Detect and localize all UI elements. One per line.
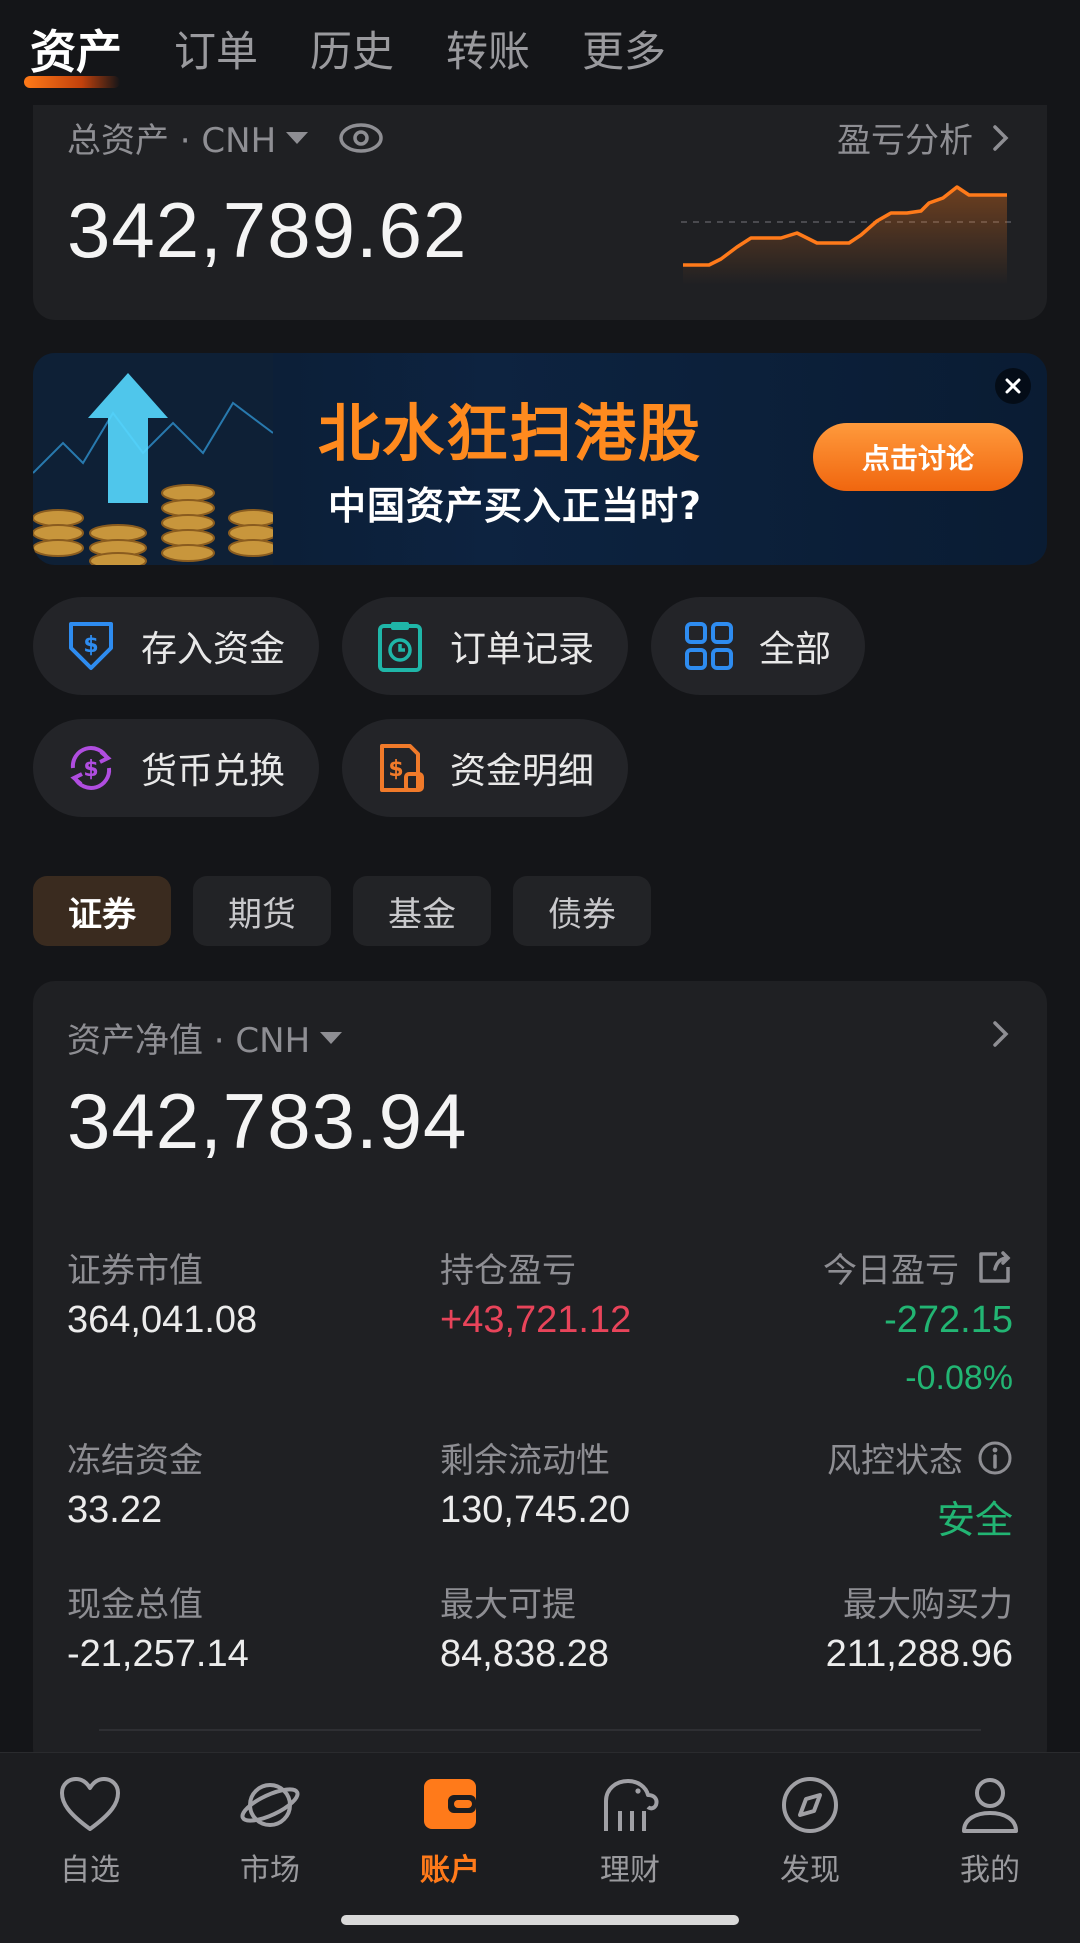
fund-detail-button[interactable]: $ 资金明细 xyxy=(342,719,628,817)
svg-text:$: $ xyxy=(388,757,403,782)
today-pnl-value: -272.15 xyxy=(884,1299,1013,1341)
deposit-label: 存入资金 xyxy=(141,629,286,670)
segment-futures[interactable]: 期货 xyxy=(193,876,331,946)
total-assets-card: 总资产 · CNH 盈亏分析 342,789.62 xyxy=(33,105,1047,320)
segment-securities[interactable]: 证券 xyxy=(33,876,171,946)
currency-exchange-label: 货币兑换 xyxy=(141,751,286,792)
home-indicator xyxy=(341,1915,739,1925)
deposit-icon: $ xyxy=(69,622,113,670)
compass-icon xyxy=(782,1777,838,1833)
share-icon xyxy=(979,1250,1011,1283)
nav-watchlist[interactable]: 自选 xyxy=(20,1775,160,1889)
tab-transfer[interactable]: 转账 xyxy=(446,18,530,79)
top-tab-bar: 资产 订单 历史 转账 更多 xyxy=(0,0,1080,105)
order-record-icon xyxy=(378,622,422,672)
currency-dropdown-icon[interactable] xyxy=(320,1031,343,1044)
order-record-label: 订单记录 xyxy=(450,629,595,670)
piggy-bank-icon xyxy=(604,1779,659,1831)
today-pnl-label: 今日盈亏 xyxy=(823,1251,959,1291)
max-buying-power-label: 最大购买力 xyxy=(843,1585,1013,1625)
nav-discover[interactable]: 发现 xyxy=(740,1775,880,1889)
planet-icon xyxy=(240,1783,300,1827)
chevron-right-icon xyxy=(993,124,1009,151)
currency-exchange-button[interactable]: $ 货币兑换 xyxy=(33,719,319,817)
nav-discover-label: 发现 xyxy=(780,1853,840,1888)
nav-market-label: 市场 xyxy=(240,1853,300,1888)
tab-history[interactable]: 历史 xyxy=(310,18,394,79)
tab-orders[interactable]: 订单 xyxy=(174,18,258,79)
cash-total-value: -21,257.14 xyxy=(67,1633,249,1675)
net-assets-label: 资产净值 · CNH xyxy=(67,1021,311,1061)
max-withdraw-label: 最大可提 xyxy=(440,1585,576,1625)
max-buying-power-value: 211,288.96 xyxy=(825,1633,1013,1675)
cash-total-label: 现金总值 xyxy=(67,1585,203,1625)
nav-profile-label: 我的 xyxy=(960,1853,1020,1888)
banner-cta-button[interactable]: 点击讨论 xyxy=(813,423,1023,491)
frozen-funds-value: 33.22 xyxy=(67,1489,163,1531)
segment-funds[interactable]: 基金 xyxy=(353,876,491,946)
nav-wealth-label: 理财 xyxy=(600,1853,660,1888)
all-features-label: 全部 xyxy=(759,629,832,670)
max-withdraw-value: 84,838.28 xyxy=(440,1633,610,1675)
banner-illustration xyxy=(33,353,273,565)
segment-bonds[interactable]: 债券 xyxy=(513,876,651,946)
nav-wealth[interactable]: 理财 xyxy=(560,1775,700,1889)
nav-account-label: 账户 xyxy=(420,1853,480,1888)
remaining-liquidity-value: 130,745.20 xyxy=(440,1489,631,1531)
nav-profile[interactable]: 我的 xyxy=(920,1775,1060,1889)
market-value: 364,041.08 xyxy=(67,1299,258,1341)
nav-account[interactable]: 账户 xyxy=(380,1775,520,1889)
frozen-funds-label: 冻结资金 xyxy=(67,1441,203,1481)
today-pnl-percent: -0.08% xyxy=(905,1359,1013,1397)
tab-assets[interactable]: 资产 xyxy=(24,16,122,88)
currency-exchange-icon: $ xyxy=(70,746,112,790)
info-icon xyxy=(978,1441,1012,1474)
svg-text:$: $ xyxy=(83,633,98,658)
banner-subline: 中国资产买入正当时? xyxy=(328,484,703,528)
pnl-analysis-link[interactable]: 盈亏分析 xyxy=(837,113,1013,162)
tab-more[interactable]: 更多 xyxy=(582,18,666,79)
close-icon xyxy=(1005,378,1021,394)
fund-detail-icon: $ xyxy=(380,744,424,792)
risk-status-value: 安全 xyxy=(936,1498,1013,1542)
risk-status-header[interactable]: 风控状态 xyxy=(827,1433,1013,1482)
heart-icon xyxy=(60,1777,120,1831)
total-assets-value: 342,789.62 xyxy=(67,186,468,274)
net-assets-value: 342,783.94 xyxy=(67,1077,468,1165)
pnl-analysis-label: 盈亏分析 xyxy=(837,121,973,161)
fund-detail-label: 资金明细 xyxy=(450,751,595,792)
position-pnl-value: +43,721.12 xyxy=(440,1299,632,1341)
order-record-button[interactable]: 订单记录 xyxy=(342,597,628,695)
all-features-button[interactable]: 全部 xyxy=(651,597,865,695)
deposit-button[interactable]: $ 存入资金 xyxy=(33,597,319,695)
banner-headline: 北水狂扫港股 xyxy=(318,397,703,470)
market-value-label: 证券市值 xyxy=(67,1251,203,1291)
nav-market[interactable]: 市场 xyxy=(200,1775,340,1889)
wallet-icon xyxy=(424,1779,476,1829)
currency-dropdown-icon[interactable] xyxy=(286,131,309,144)
remaining-liquidity-label: 剩余流动性 xyxy=(440,1441,610,1481)
eye-icon[interactable] xyxy=(338,121,384,155)
divider xyxy=(99,1729,981,1731)
position-pnl-label: 持仓盈亏 xyxy=(440,1251,576,1291)
nav-watchlist-label: 自选 xyxy=(60,1853,120,1888)
assets-trend-sparkline xyxy=(681,185,1011,285)
today-pnl-header[interactable]: 今日盈亏 xyxy=(823,1243,1013,1292)
all-grid-icon xyxy=(685,622,733,670)
banner-close-button[interactable] xyxy=(995,368,1031,404)
chevron-right-icon[interactable] xyxy=(989,1017,1013,1051)
total-assets-header: 总资产 · CNH xyxy=(67,113,384,162)
svg-text:$: $ xyxy=(83,757,98,782)
net-assets-header: 资产净值 · CNH xyxy=(67,1013,343,1062)
total-assets-label: 总资产 · CNH xyxy=(67,121,277,161)
user-icon xyxy=(962,1778,1018,1833)
promo-banner[interactable]: 北水狂扫港股 中国资产买入正当时? 点击讨论 xyxy=(33,353,1047,565)
net-assets-card: 资产净值 · CNH 342,783.94 证券市值 364,041.08 持仓… xyxy=(33,981,1047,1771)
risk-status-label: 风控状态 xyxy=(827,1441,963,1481)
